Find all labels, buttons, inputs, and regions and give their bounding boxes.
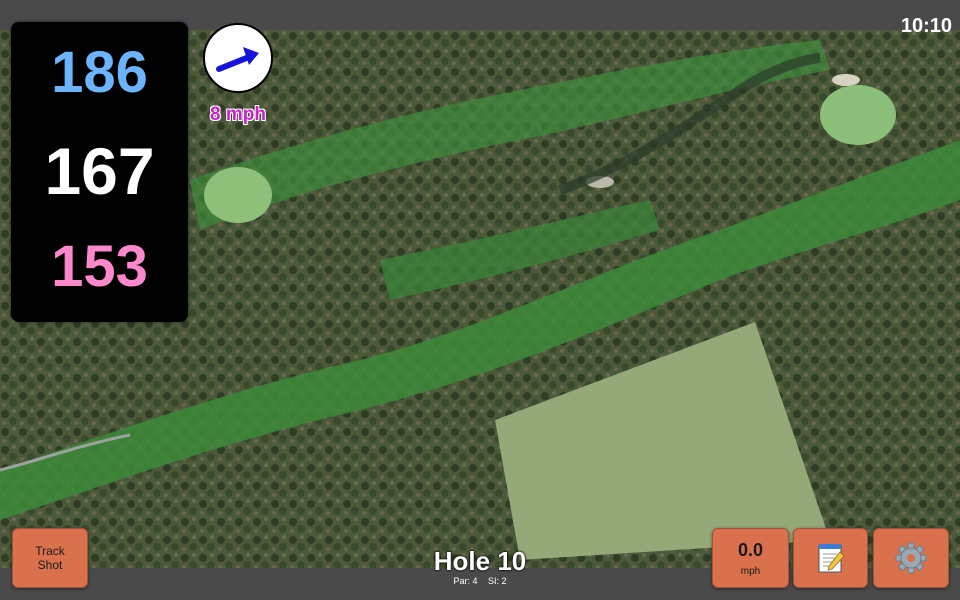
status-time: 10:10 <box>900 15 952 37</box>
yardage-front: 153 <box>51 234 148 299</box>
track-shot-label-line1: Track <box>35 544 65 558</box>
speed-unit: mph <box>740 565 761 577</box>
wind-direction-dial <box>203 23 273 93</box>
hole-meta: Par: 4 SI: 2 <box>380 577 580 586</box>
notes-button[interactable] <box>793 528 868 588</box>
arrow-up-right-icon <box>216 47 259 72</box>
hole-stroke-index: SI: 2 <box>488 576 507 586</box>
track-shot-label-line2: Shot <box>37 558 63 572</box>
yardage-panel: 186 167 153 <box>11 22 188 322</box>
wind-speed: 8 mph <box>210 104 266 125</box>
hole-title: Hole 10 <box>433 546 527 576</box>
hole-par: Par: 4 <box>453 576 478 586</box>
gear-icon <box>895 542 927 574</box>
track-shot-button[interactable]: Track Shot <box>12 528 88 588</box>
notepad-icon <box>818 544 845 573</box>
speed-value: 0.0 <box>737 539 764 560</box>
yardage-center: 167 <box>44 134 155 208</box>
yardage-back: 186 <box>51 40 148 105</box>
settings-button[interactable] <box>873 528 949 588</box>
speed-button[interactable]: 0.0 mph <box>712 528 789 588</box>
